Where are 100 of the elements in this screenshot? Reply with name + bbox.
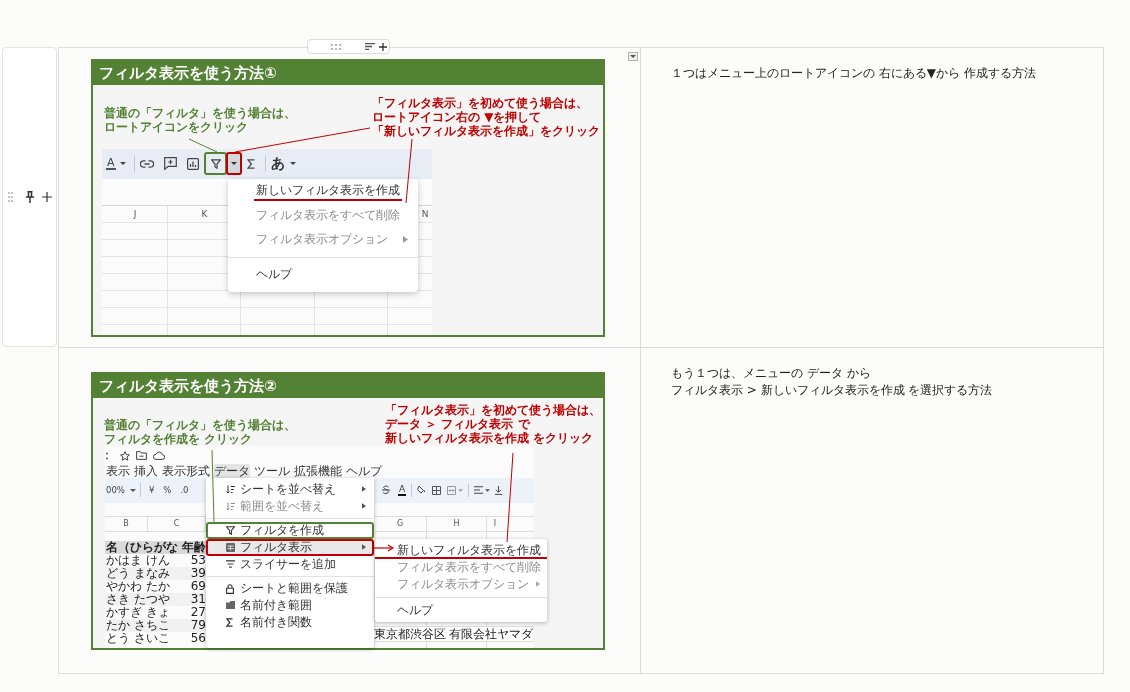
table-cell-text: 69 (189, 579, 206, 593)
table-cell-text: 39 (189, 566, 206, 580)
caret-right-icon (403, 236, 408, 243)
callout-line (188, 138, 218, 152)
star-icon[interactable] (120, 450, 130, 461)
table-cell-text: どう まなみ (105, 566, 171, 580)
zoom-select[interactable]: 00% (106, 485, 136, 495)
menu-item[interactable]: ヘルプ (375, 601, 547, 619)
column-header: J (132, 207, 138, 221)
text-color-button[interactable]: A (398, 484, 407, 496)
menu-bar-item[interactable]: 挿入 (134, 463, 158, 478)
pin-icon[interactable] (25, 191, 35, 203)
caret-right-icon (362, 486, 366, 492)
menu-item[interactable]: フィルタを作成 (206, 521, 374, 539)
fill-color-icon[interactable] (417, 485, 427, 495)
table-cell-text: たか さちこ (105, 618, 171, 632)
filter-icon (210, 158, 221, 169)
callout-text: 普通の「フィルタ」を使う場合は、 フィルタを作成を クリック (104, 417, 296, 446)
table-icon (226, 542, 235, 552)
menu-item[interactable]: スライサーを追加 (206, 555, 374, 573)
menu-item[interactable]: ヘルプ (228, 262, 418, 287)
caret-icon (290, 162, 296, 165)
lock-icon (226, 583, 234, 594)
menu-bar-item[interactable]: ツール (254, 463, 290, 478)
chart-icon[interactable] (187, 157, 199, 170)
input-tools-button[interactable]: あ (271, 154, 296, 173)
filter-icon (226, 525, 235, 535)
align-bottom-icon[interactable] (495, 485, 503, 495)
strikethrough-icon[interactable] (382, 485, 390, 495)
sigma-icon[interactable] (247, 158, 255, 169)
caret-icon (485, 488, 491, 492)
caret-icon (129, 488, 136, 492)
sort-icon[interactable] (365, 43, 375, 50)
caret-right-icon (536, 581, 540, 587)
sigma-icon (226, 617, 233, 627)
menu-bar-item[interactable]: ヘルプ (346, 463, 382, 478)
borders-icon[interactable] (432, 485, 442, 495)
column-header: N (420, 207, 430, 221)
caret-icon (231, 162, 237, 165)
menu-item[interactable]: シートを並べ替え (206, 480, 374, 498)
link-icon[interactable] (140, 159, 154, 168)
caret-icon (119, 162, 126, 165)
table-cell-text: 53 (190, 553, 206, 567)
menu-item[interactable]: シートと範囲を保護 (206, 579, 374, 597)
drag-handle-icon[interactable] (8, 192, 13, 202)
column-header: B (105, 516, 148, 531)
menu-item[interactable]: 名前付き関数 (206, 613, 374, 631)
callout-text: 普通の「フィルタ」を使う場合は、 ロートアイコンをクリック (104, 105, 296, 134)
description-text: もう１つは、メニューの データ から (671, 365, 872, 382)
table-cell-text: かすぎ きょ (105, 605, 171, 619)
table-cell-text: 56 (189, 631, 206, 645)
menu-item[interactable]: 新しいフィルタ表示を作成 (228, 179, 418, 204)
format-button[interactable]: % (163, 485, 172, 495)
text-color-button[interactable]: A (104, 157, 131, 170)
plus-icon[interactable] (379, 42, 387, 51)
sort-icon (226, 484, 235, 494)
format-button[interactable]: ¥ (148, 485, 155, 495)
callout-text: 「フィルタ表示」を初めて使う場合は、 データ ＞ フィルタ表示 で 新しいフィルタ表示を作成 をクリック (385, 402, 601, 445)
plus-icon[interactable] (42, 192, 52, 202)
table-cell-text: やかわ たか (105, 579, 171, 593)
table-cell-text: かはま けん (105, 553, 170, 567)
table-cell-text: とう さいこ (105, 631, 171, 645)
align-icon[interactable] (474, 486, 484, 494)
menu-bar-item[interactable]: 表示 (106, 463, 130, 478)
caret-icon (630, 55, 636, 58)
caret-icon (458, 488, 464, 492)
table-cell-text: 27 (189, 605, 206, 619)
menu-item[interactable]: 新しいフィルタ表示を作成 (375, 541, 547, 559)
column-header: I (492, 518, 498, 530)
menu-bar-item[interactable]: データ (214, 463, 250, 478)
sort-icon (226, 501, 235, 511)
table-cell-text: 79 (189, 618, 206, 632)
header-cell-text: 名（ひらがな (105, 540, 179, 554)
cloud-icon[interactable] (153, 451, 165, 460)
figure-title: フィルタ表示を使う方法② (93, 373, 603, 398)
menu-item[interactable]: 名前付き範囲 (206, 596, 374, 614)
menu-bar-item[interactable]: 拡張機能 (294, 463, 342, 478)
description-text: フィルタ表示 > 新しいフィルタ表示を作成 を選択する方法 (671, 382, 994, 399)
caret-right-icon (362, 503, 366, 509)
column-header: K (200, 207, 209, 221)
table-cell-text: さき たつや (105, 592, 171, 606)
comment-icon[interactable] (164, 157, 177, 170)
drag-handle-icon[interactable] (331, 43, 341, 50)
column-header: H (427, 516, 487, 531)
table-cell: 東京都渋谷区 (374, 625, 448, 642)
description-text: １つはメニュー上のロートアイコンの 右にある▼から 作成する方法 (671, 65, 1037, 82)
filter-lines-icon (226, 559, 235, 568)
table-cell-text: 31 (189, 592, 206, 606)
folder-icon (226, 600, 235, 609)
figure-title: フィルタ表示を使う方法① (93, 60, 603, 85)
caret-right-icon (362, 544, 366, 550)
cell-menu-button[interactable] (628, 52, 638, 61)
menu-bar-item[interactable]: 表示形式 (162, 463, 210, 478)
table-cell: 有限会社ヤマダ (448, 625, 534, 642)
callout-arrow (373, 543, 395, 552)
format-button[interactable]: .0 (180, 485, 189, 495)
callout-text: 「フィルタ表示」を初めて使う場合は、 ロートアイコン右の ▼を押して 「新しいフィルタ表示を作成」をクリック (372, 95, 600, 138)
callout-line (405, 138, 413, 203)
folder-icon[interactable] (136, 451, 147, 460)
dropdown-button[interactable] (226, 152, 242, 175)
